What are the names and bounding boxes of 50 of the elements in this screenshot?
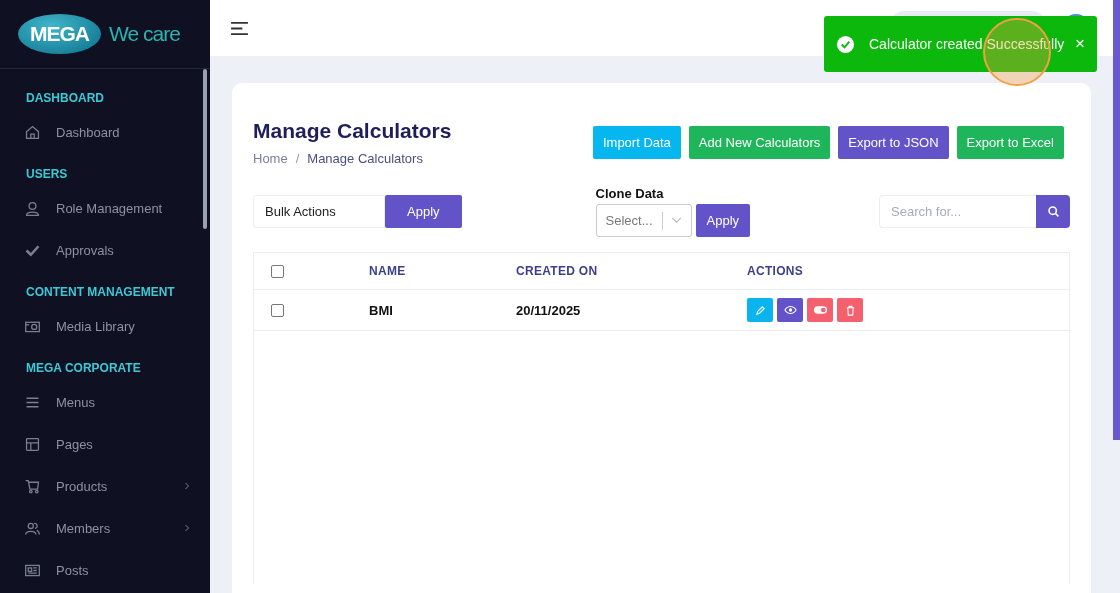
delete-button[interactable] (837, 298, 863, 322)
section-heading: MEGA CORPORATE (25, 360, 142, 377)
cart-icon (24, 477, 41, 495)
sidebar-item[interactable]: Pages (0, 423, 210, 465)
sidebar-item[interactable]: Dashboard (0, 111, 210, 153)
section-heading: USERS (25, 166, 69, 183)
header-button[interactable]: Export to JSON (838, 126, 949, 159)
clone-data-label: Clone Data (595, 186, 665, 201)
row-checkbox[interactable] (271, 303, 284, 317)
breadcrumb-item[interactable]: Home (253, 151, 288, 166)
bulk-actions-select[interactable]: Bulk Actions (253, 195, 385, 228)
apply-button[interactable]: Apply (385, 195, 462, 228)
column-header: CREATED ON (516, 264, 598, 278)
house-icon (24, 123, 41, 141)
menu-icon[interactable] (230, 20, 249, 36)
apply-button[interactable]: Apply (695, 204, 751, 237)
column-header: NAME (369, 264, 406, 278)
sidebar-item[interactable]: Posts (0, 549, 210, 591)
toggle-icon (812, 305, 828, 315)
table-cell: 20/11/2025 (516, 303, 581, 318)
clone-data-select[interactable]: Select... (595, 204, 692, 237)
page-title: Manage Calculators (253, 119, 452, 143)
column-header: ACTIONS (747, 264, 804, 278)
sidebar-item[interactable]: Media Library (0, 305, 210, 347)
search-button[interactable] (1036, 195, 1070, 228)
section-heading: DASHBOARD (25, 90, 105, 107)
toggle-button[interactable] (807, 298, 833, 322)
select-all-checkbox[interactable] (271, 264, 284, 278)
logo-badge: MEGA (18, 14, 101, 54)
view-button[interactable] (777, 298, 803, 322)
sidebar-item[interactable]: Members (0, 507, 210, 549)
sidebar-item[interactable]: Approvals (0, 229, 210, 271)
pencil-icon (754, 304, 766, 316)
sidebar-item[interactable]: Menus (0, 381, 210, 423)
search-icon (1046, 205, 1060, 218)
eye-icon (783, 305, 797, 315)
check-circle-icon (836, 34, 855, 54)
chevron-down-icon (670, 217, 682, 224)
sidebar-item[interactable]: Products (0, 465, 210, 507)
table-cell: BMI (369, 303, 393, 318)
trash-icon (844, 304, 856, 316)
layout-icon (24, 435, 41, 453)
scrollbar[interactable] (1113, 0, 1120, 440)
section-heading: CONTENT MANAGEMENT (25, 284, 176, 301)
logo-tagline: We care (109, 22, 180, 46)
breadcrumb-item: Manage Calculators (307, 151, 423, 166)
sidebar-item[interactable]: Role Management (0, 187, 210, 229)
search-field[interactable]: Search for... (879, 195, 1036, 228)
person-icon (24, 199, 41, 217)
breadcrumb-separator: / (295, 151, 300, 166)
